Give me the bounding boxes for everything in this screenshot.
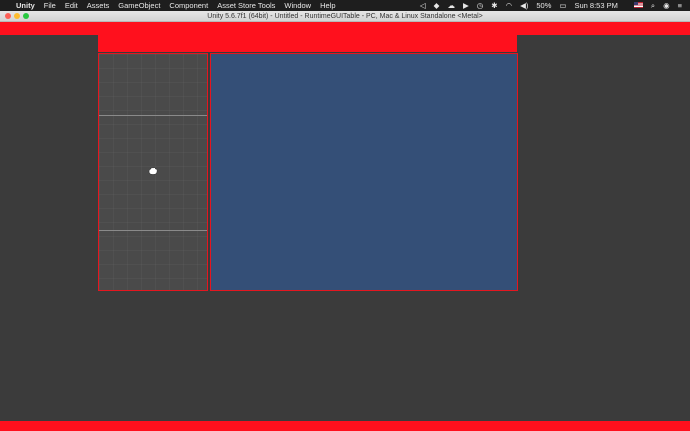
wifi-icon[interactable]: ◠ (506, 0, 513, 11)
left-table-panel[interactable] (98, 53, 208, 291)
menu-window[interactable]: Window (284, 0, 311, 11)
close-window-button[interactable] (5, 13, 11, 19)
menu-app-name[interactable]: Unity (16, 0, 35, 11)
menu-help[interactable]: Help (320, 0, 335, 11)
menu-assets[interactable]: Assets (87, 0, 110, 11)
row-divider (99, 115, 207, 116)
window-title-bar: Unity 5.6.7f1 (64bit) - Untitled - Runti… (0, 11, 690, 22)
time-machine-icon[interactable]: ◷ (477, 0, 484, 11)
hand-cursor-icon (148, 167, 158, 175)
battery-percent[interactable]: 50% (536, 0, 551, 11)
clock[interactable]: Sun 8:53 PM (575, 0, 618, 11)
bluetooth-icon[interactable]: ✱ (491, 0, 497, 11)
flag-icon[interactable] (626, 0, 643, 11)
menu-asset-store-tools[interactable]: Asset Store Tools (217, 0, 275, 11)
window-title: Unity 5.6.7f1 (64bit) - Untitled - Runti… (207, 13, 483, 20)
status-icon-1[interactable]: ◁ (420, 0, 426, 11)
notification-center-icon[interactable]: ≡ (678, 0, 682, 11)
dropbox-icon[interactable]: ◆ (434, 0, 440, 11)
top-red-bar (0, 22, 690, 35)
siri-icon[interactable]: ◉ (663, 0, 670, 11)
bottom-red-bar (0, 421, 690, 431)
right-table-panel[interactable] (210, 53, 518, 291)
macos-menu-bar: Unity File Edit Assets GameObject Compon… (0, 0, 690, 11)
row-divider (99, 230, 207, 231)
play-icon[interactable]: ▶ (463, 0, 469, 11)
game-view (0, 22, 690, 431)
search-icon[interactable]: ⌕ (651, 0, 655, 11)
menu-component[interactable]: Component (169, 0, 208, 11)
cloud-icon[interactable]: ☁ (447, 0, 455, 11)
minimize-window-button[interactable] (14, 13, 20, 19)
table-header-bar (98, 35, 517, 52)
battery-icon[interactable]: ▭ (559, 0, 566, 11)
menu-gameobject[interactable]: GameObject (118, 0, 160, 11)
menu-file[interactable]: File (44, 0, 56, 11)
volume-icon[interactable]: ◀) (520, 0, 528, 11)
menu-edit[interactable]: Edit (65, 0, 78, 11)
maximize-window-button[interactable] (23, 13, 29, 19)
